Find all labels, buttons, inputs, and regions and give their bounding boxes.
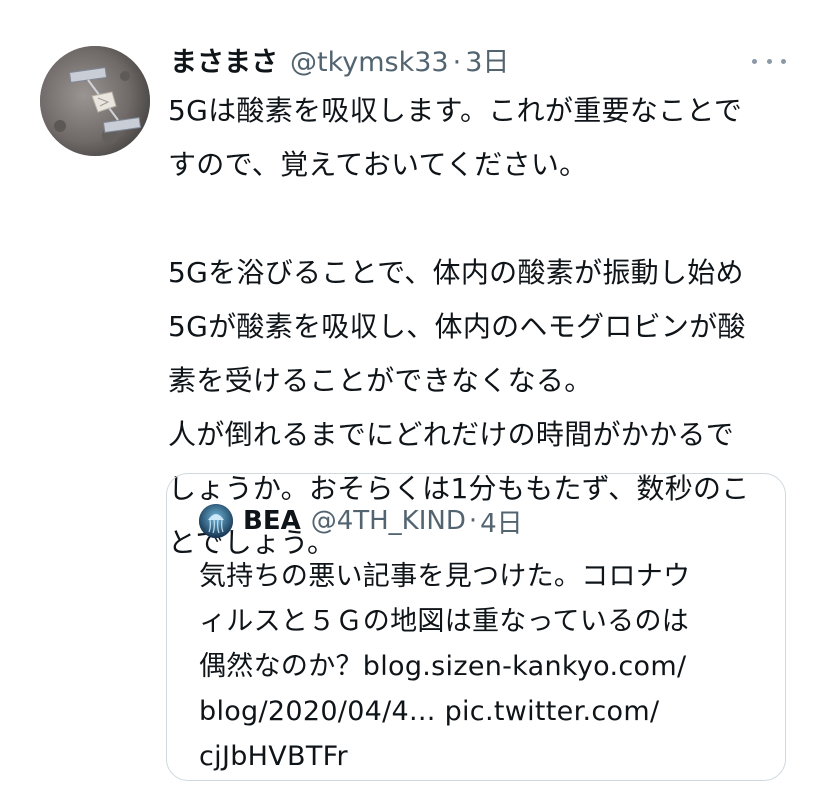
more-dot (781, 58, 786, 64)
tweet-text-blank-line (168, 192, 798, 246)
jellyfish-avatar (199, 504, 233, 538)
quoted-tweet-text: 気持ちの悪い記事を見つけた。コロナウ ィルスと５Ｇの地図は重なっているのは 偶然… (199, 554, 769, 779)
user-avatar[interactable] (40, 46, 150, 156)
quoted-text-line: blog/2020/04/4... pic.twitter.com/ (199, 696, 660, 727)
tweet-text-line: 5Gを浴びることで、体内の酸素が振動し始め (168, 256, 744, 289)
more-dot (752, 58, 757, 64)
asteroid-probe-avatar (40, 46, 150, 156)
separator-dot: · (468, 506, 478, 536)
quoted-tweet-header: BEA @4TH_KIND · 4日 (199, 503, 523, 540)
quoted-text-line: 気持ちの悪い記事を見つけた。コロナウ (199, 561, 691, 592)
tweet-text-line: すので、覚えておいてください。 (168, 148, 588, 181)
tweet-text-line: 5Gが酸素を吸収し、体内のヘモグロビンが酸 (168, 310, 746, 343)
quoted-text-line: cjJbHVBTFr (199, 741, 348, 772)
quoted-user-handle[interactable]: @4TH_KIND (311, 506, 466, 536)
more-dot (766, 58, 772, 64)
quoted-text-line: ィルスと５Ｇの地図は重なっているのは (199, 606, 690, 637)
quoted-user-avatar[interactable] (199, 504, 233, 538)
quoted-text-line: 偶然なのか？blog.sizen-kankyo.com/ (199, 651, 687, 682)
tweet[interactable]: まさまさ @tkymsk33 · 3日 5Gは酸素を吸収します。これが重要なこと… (0, 0, 828, 800)
tweet-header: まさまさ @tkymsk33 · 3日 (170, 40, 509, 82)
tweet-text-line: 人が倒れるまでにどれだけの時間がかかるで (168, 418, 735, 451)
quoted-timestamp[interactable]: 4日 (480, 503, 523, 540)
quoted-display-name[interactable]: BEA (243, 506, 301, 536)
tweet-text-line: 5Gは酸素を吸収します。これが重要なことで (168, 94, 743, 127)
more-horizontal-icon[interactable] (752, 52, 786, 70)
timestamp[interactable]: 3日 (465, 40, 509, 79)
tweet-text-line: 素を受けることができなくなる。 (168, 364, 593, 397)
separator-dot: · (452, 47, 462, 78)
display-name[interactable]: まさまさ (170, 40, 278, 79)
user-handle[interactable]: @tkymsk33 (290, 47, 449, 78)
quoted-tweet[interactable]: BEA @4TH_KIND · 4日 気持ちの悪い記事を見つけた。コロナウ ィル… (166, 473, 786, 781)
